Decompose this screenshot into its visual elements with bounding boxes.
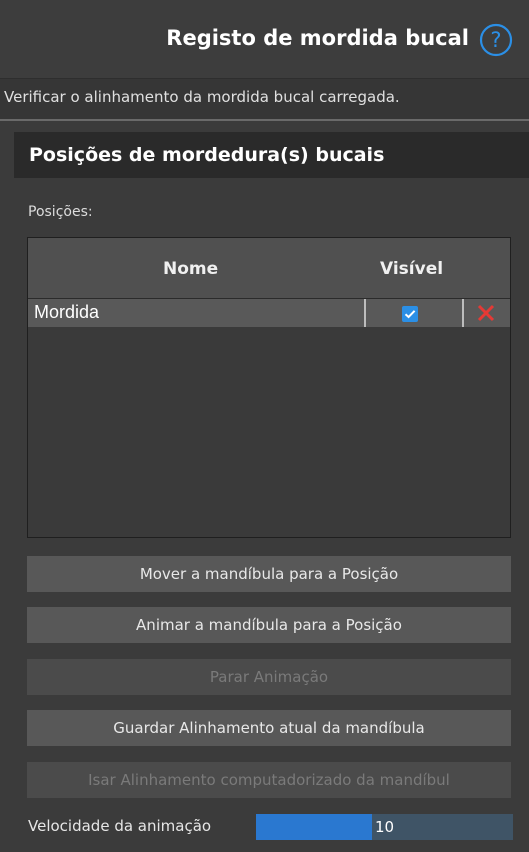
svg-text:?: ? (490, 28, 501, 52)
row-name-text: Mordida (34, 302, 100, 322)
panel-header: Registo de mordida bucal ? (0, 0, 529, 78)
panel-title: Registo de mordida bucal (166, 26, 469, 50)
positions-table: Nome Visível Mordida (27, 237, 511, 538)
help-icon[interactable]: ? (479, 23, 513, 57)
row-delete-cell (464, 299, 510, 327)
section-title: Posições de mordedura(s) bucais (29, 144, 385, 166)
table-header: Nome Visível (28, 238, 510, 299)
table-row[interactable]: Mordida (28, 299, 510, 327)
column-header-visible[interactable]: Visível (380, 259, 443, 279)
row-visible-cell (366, 299, 462, 327)
description-bar: Verificar o alinhamento da mordida bucal… (0, 78, 529, 121)
animation-speed-label: Velocidade da animação (28, 817, 212, 835)
description-text: Verificar o alinhamento da mordida bucal… (4, 88, 400, 106)
save-alignment-button[interactable]: Guardar Alinhamento atual da mandíbula (27, 710, 511, 746)
stop-animation-button[interactable]: Parar Animação (27, 659, 511, 695)
use-computed-alignment-button[interactable]: Isar Alinhamento computadorizado da mand… (27, 762, 511, 798)
visible-checkbox[interactable] (402, 306, 418, 322)
animate-mandible-button[interactable]: Animar a mandíbula para a Posição (27, 607, 511, 643)
row-name-cell[interactable]: Mordida (28, 299, 364, 327)
animation-speed-slider[interactable]: 10 (256, 814, 513, 840)
delete-icon[interactable] (476, 303, 496, 323)
section-header: Posições de mordedura(s) bucais (14, 132, 529, 178)
positions-label: Posições: (28, 204, 93, 220)
checkmark-icon (404, 310, 416, 319)
column-header-name[interactable]: Nome (163, 259, 218, 279)
slider-value: 10 (374, 818, 395, 836)
move-mandible-button[interactable]: Mover a mandíbula para a Posição (27, 556, 511, 592)
